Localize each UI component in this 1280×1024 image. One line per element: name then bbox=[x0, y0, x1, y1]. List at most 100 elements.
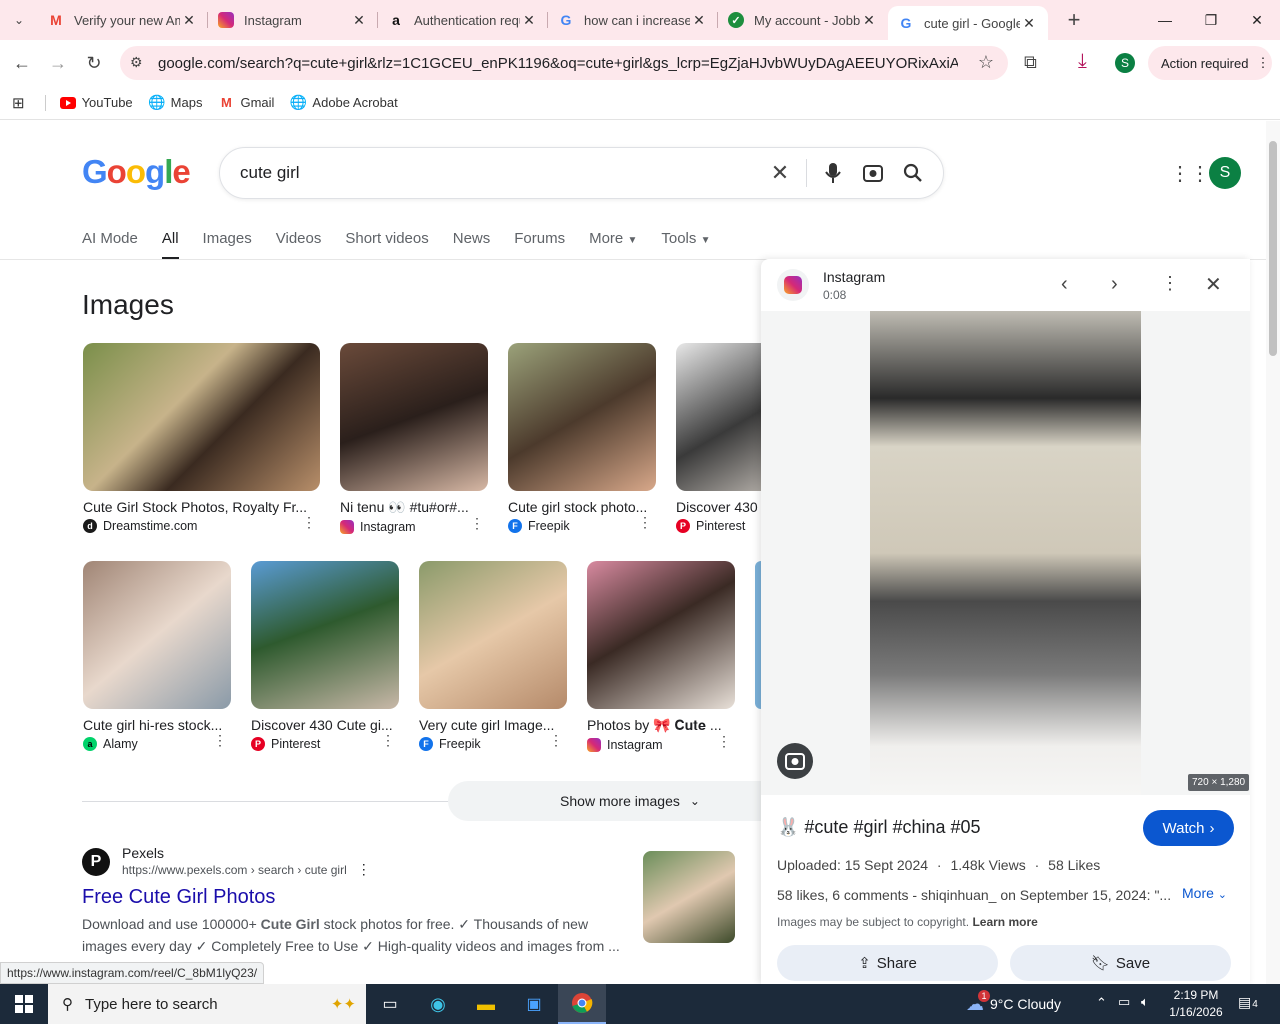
preview-image[interactable] bbox=[870, 311, 1141, 795]
file-explorer-icon[interactable]: ▬ bbox=[462, 994, 510, 1015]
image-card[interactable]: Photos by 🎀 𝐂𝐮𝐭𝐞 ... Instagram ⋮ bbox=[587, 561, 735, 752]
image-thumbnail[interactable] bbox=[251, 561, 399, 709]
edge-icon[interactable]: ◉ bbox=[414, 994, 462, 1015]
extensions-icon[interactable]: ⧉ bbox=[1024, 52, 1037, 73]
tab-search-button[interactable]: ⌄ bbox=[0, 2, 38, 38]
search-box[interactable]: cute girl ✕ bbox=[219, 147, 944, 199]
clear-icon[interactable]: ✕ bbox=[760, 153, 800, 193]
tab-all[interactable]: All bbox=[161, 221, 179, 260]
more-options-icon[interactable]: ⋮ bbox=[381, 732, 395, 749]
task-view-icon[interactable]: ▭ bbox=[366, 994, 414, 1014]
tab-forums[interactable]: Forums bbox=[514, 221, 565, 259]
bookmark-star-icon[interactable]: ☆ bbox=[978, 52, 994, 73]
image-thumbnail[interactable] bbox=[587, 561, 735, 709]
forward-button[interactable]: → bbox=[40, 45, 76, 81]
result-thumbnail[interactable] bbox=[643, 851, 735, 943]
chevron-right-icon[interactable]: › bbox=[1111, 273, 1118, 296]
lens-icon[interactable] bbox=[853, 153, 893, 193]
bookmark-youtube[interactable]: YouTube bbox=[59, 95, 133, 111]
notification-icon[interactable]: ▤4 bbox=[1238, 994, 1258, 1011]
image-card[interactable]: Very cute girl Image... F Freepik ⋮ bbox=[419, 561, 567, 751]
lens-search-button[interactable] bbox=[777, 743, 813, 779]
apps-grid-icon[interactable]: ⊞ bbox=[12, 94, 25, 112]
more-options-icon[interactable]: ⋮ bbox=[302, 514, 316, 531]
clock[interactable]: 2:19 PM 1/16/2026 bbox=[1165, 987, 1227, 1021]
tray-chevron-icon[interactable]: ⌃ bbox=[1096, 995, 1107, 1011]
more-options-icon[interactable]: ⋮ bbox=[470, 515, 484, 532]
tab-cute-girl[interactable]: G cute girl - Google S ✕ bbox=[888, 6, 1048, 40]
result-breadcrumb[interactable]: https://www.pexels.com › search › cute g… bbox=[122, 863, 347, 877]
image-title[interactable]: Discover 430 bbox=[676, 499, 761, 515]
close-icon[interactable]: ✕ bbox=[180, 12, 198, 29]
minimize-button[interactable]: — bbox=[1142, 0, 1188, 40]
more-options-icon[interactable]: ⋮ bbox=[213, 732, 227, 749]
tab-amazon-auth[interactable]: a Authentication requ ✕ bbox=[378, 0, 548, 40]
taskbar-search[interactable]: ⚲ Type here to search ✦✦ bbox=[48, 984, 366, 1024]
tab-videos[interactable]: Videos bbox=[276, 221, 322, 259]
image-title[interactable]: Cute Girl Stock Photos, Royalty Fr... bbox=[83, 499, 320, 515]
image-thumbnail[interactable] bbox=[83, 561, 231, 709]
image-title[interactable]: Photos by 🎀 𝐂𝐮𝐭𝐞 ... bbox=[587, 717, 735, 734]
image-title[interactable]: Discover 430 Cute gi... bbox=[251, 717, 399, 733]
windows-start-icon[interactable] bbox=[0, 984, 48, 1024]
watch-button[interactable]: Watch › bbox=[1143, 810, 1234, 846]
tab-increase[interactable]: G how can i increase ✕ bbox=[548, 0, 718, 40]
window-close-button[interactable]: ✕ bbox=[1234, 0, 1280, 40]
learn-more-link[interactable]: Learn more bbox=[972, 915, 1037, 929]
close-icon[interactable]: ✕ bbox=[1020, 15, 1038, 32]
tab-ai-mode[interactable]: AI Mode bbox=[82, 221, 138, 259]
search-icon[interactable] bbox=[893, 153, 933, 193]
network-icon[interactable]: ▭ bbox=[1118, 994, 1130, 1010]
image-card[interactable]: Discover 430 P Pinterest bbox=[676, 343, 761, 533]
image-thumbnail[interactable] bbox=[419, 561, 567, 709]
search-input[interactable]: cute girl bbox=[240, 163, 760, 183]
tab-short-videos[interactable]: Short videos bbox=[345, 221, 428, 259]
image-thumbnail[interactable] bbox=[340, 343, 488, 491]
download-icon[interactable]: ⤓ bbox=[1078, 50, 1087, 73]
back-button[interactable]: ← bbox=[4, 45, 40, 81]
bookmark-gmail[interactable]: M Gmail bbox=[218, 95, 274, 111]
image-card[interactable]: Discover 430 Cute gi... P Pinterest ⋮ bbox=[251, 561, 399, 751]
image-card[interactable]: Cute girl hi-res stock... a Alamy ⋮ bbox=[83, 561, 231, 751]
more-options-icon[interactable]: ⋮ bbox=[717, 733, 731, 750]
share-button[interactable]: ⇪ Share bbox=[777, 945, 998, 981]
image-title[interactable]: Cute girl hi-res stock... bbox=[83, 717, 231, 733]
site-info-icon[interactable]: ⚙ bbox=[130, 54, 143, 71]
image-title[interactable]: Cute girl stock photo... bbox=[508, 499, 656, 515]
image-card[interactable]: Cute Girl Stock Photos, Royalty Fr... dD… bbox=[83, 343, 320, 533]
bookmark-maps[interactable]: 🌐 Maps bbox=[148, 94, 203, 111]
image-thumbnail[interactable] bbox=[83, 343, 320, 491]
panel-source[interactable]: Instagram bbox=[823, 269, 885, 285]
microphone-icon[interactable] bbox=[813, 153, 853, 193]
bookmark-acrobat[interactable]: 🌐 Adobe Acrobat bbox=[290, 94, 398, 111]
close-icon[interactable]: ✕ bbox=[860, 12, 878, 29]
tab-images[interactable]: Images bbox=[203, 221, 252, 259]
page-scrollbar[interactable] bbox=[1266, 121, 1280, 984]
image-title[interactable]: Ni tenu 👀 #tu#or#... bbox=[340, 499, 488, 516]
tab-tools[interactable]: Tools ▼ bbox=[661, 221, 710, 259]
more-options-icon[interactable]: ⋮ bbox=[638, 514, 652, 531]
close-icon[interactable]: ✕ bbox=[1205, 272, 1222, 297]
image-card[interactable]: Cute girl stock photo... F Freepik ⋮ bbox=[508, 343, 656, 533]
account-avatar[interactable]: S bbox=[1209, 157, 1241, 189]
tab-verify-amazon[interactable]: M Verify your new Ama ✕ bbox=[38, 0, 208, 40]
tab-jobb[interactable]: ✓ My account - Jobb ✕ bbox=[718, 0, 888, 40]
restore-button[interactable]: ❐ bbox=[1188, 0, 1234, 40]
panel-title[interactable]: 🐰 #cute #girl #china #05 bbox=[777, 817, 981, 838]
tab-news[interactable]: News bbox=[453, 221, 491, 259]
more-options-icon[interactable]: ⋮ bbox=[357, 861, 371, 878]
profile-avatar[interactable]: S bbox=[1115, 53, 1135, 73]
more-options-icon[interactable]: ⋮ bbox=[1161, 273, 1179, 294]
reload-button[interactable]: ↻ bbox=[76, 45, 112, 81]
result-title[interactable]: Free Cute Girl Photos bbox=[82, 886, 642, 909]
new-tab-button[interactable]: + bbox=[1056, 2, 1092, 38]
weather-widget[interactable]: ☁ 1 9°C Cloudy bbox=[966, 984, 1061, 1024]
tab-more[interactable]: More ▼ bbox=[589, 221, 637, 259]
show-more-images-button[interactable]: Show more images ⌄ bbox=[448, 781, 812, 821]
google-logo[interactable]: Google bbox=[82, 153, 191, 191]
image-card[interactable]: Ni tenu 👀 #tu#or#... Instagram ⋮ bbox=[340, 343, 488, 534]
close-icon[interactable]: ✕ bbox=[350, 12, 368, 29]
more-description-button[interactable]: More ⌄ bbox=[1182, 885, 1227, 901]
tab-instagram[interactable]: Instagram ✕ bbox=[208, 0, 378, 40]
image-thumbnail[interactable] bbox=[508, 343, 656, 491]
